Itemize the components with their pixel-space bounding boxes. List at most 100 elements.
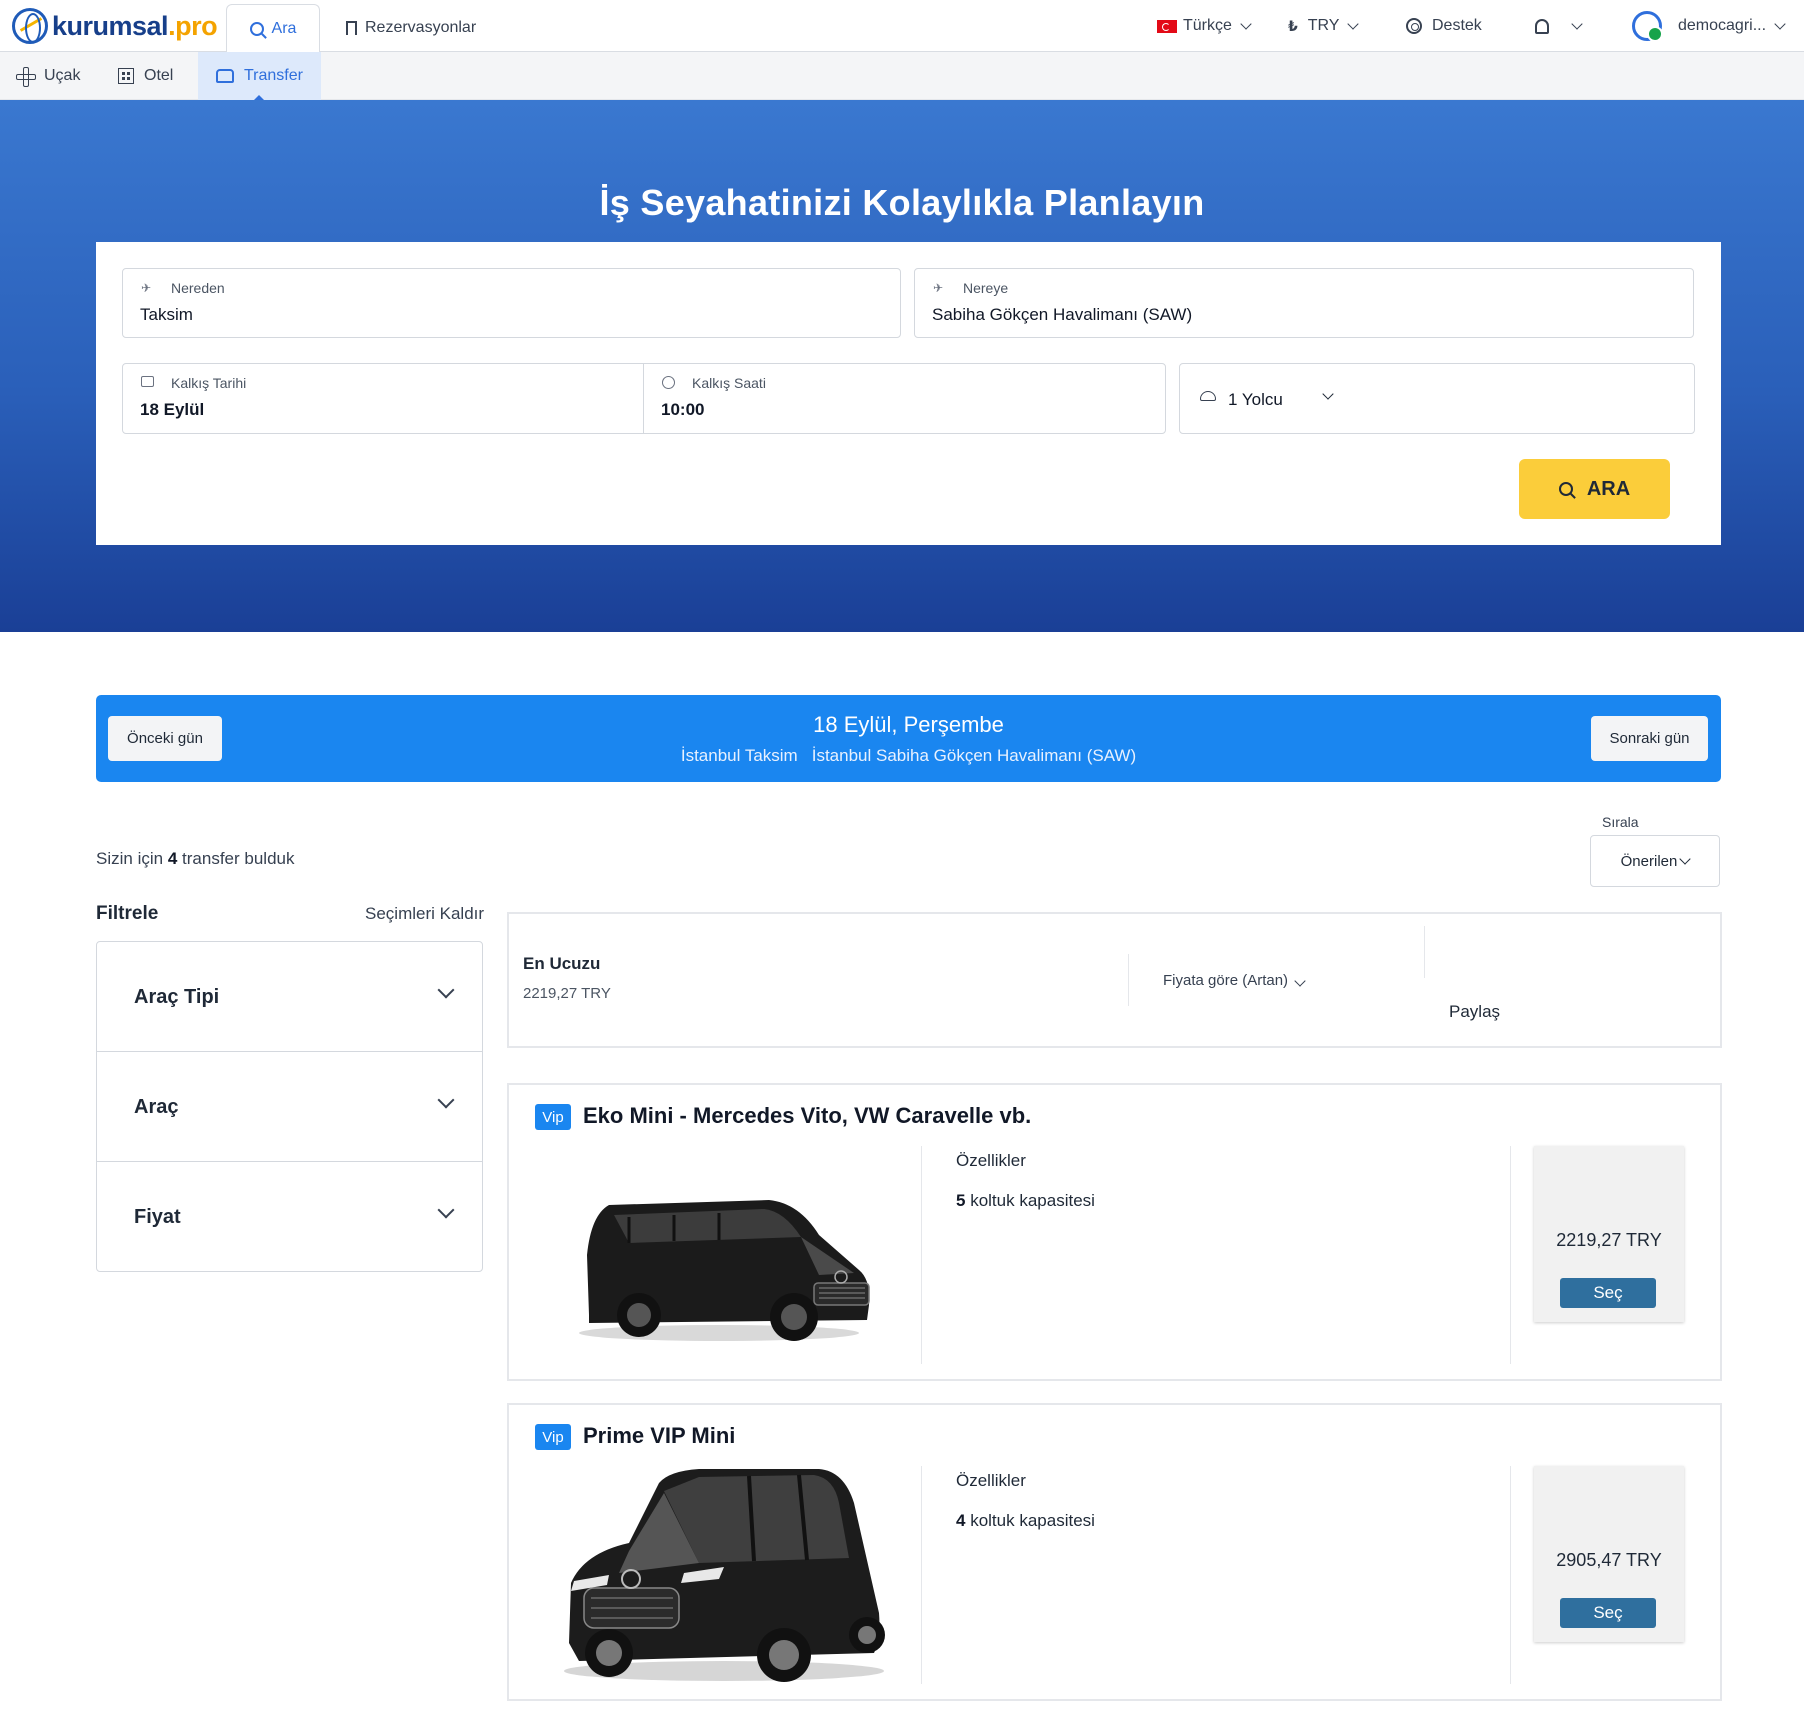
selected-date: 18 Eylül, Perşembe [813, 712, 1004, 737]
seat-capacity-text: koltuk kapasitesi [970, 1191, 1095, 1210]
subnav-item-label: Otel [144, 67, 174, 84]
sort-dropdown[interactable]: Önerilen [1590, 835, 1720, 887]
select-button[interactable]: Seç [1560, 1598, 1656, 1628]
van-image [564, 1469, 885, 1682]
chevron-down-icon [1347, 18, 1360, 30]
filter-group-price[interactable]: Fiyat [97, 1162, 482, 1272]
to-value: Sabiha Gökçen Havalimanı (SAW) [932, 305, 1193, 324]
subnav-item-hotel[interactable]: Otel [118, 52, 173, 100]
chevron-down-icon [1294, 975, 1306, 987]
price-value: 2219,27 TRY [1556, 1230, 1662, 1250]
user-menu[interactable]: democagri... [1632, 0, 1786, 52]
departure-date-field[interactable]: Kalkış Tarihi 18 Eylül [122, 363, 644, 434]
filter-panel: Araç Tipi Araç Fiyat [96, 941, 483, 1272]
results-count-text: Sizin için 4 transfer bulduk [96, 849, 294, 869]
price-sort-dropdown[interactable]: Fiyata göre (Artan) [1163, 972, 1306, 989]
vehicle-title: Eko Mini - Mercedes Vito, VW Caravelle v… [583, 1103, 1032, 1128]
subnav-item-label: Transfer [244, 67, 303, 84]
user-name: democagri... [1678, 17, 1767, 34]
passenger-selector[interactable]: 1 Yolcu [1179, 363, 1695, 434]
vip-badge: Vip [535, 1104, 571, 1130]
select-button[interactable]: Seç [1560, 1278, 1656, 1308]
route-to: İstanbul Sabiha Gökçen Havalimanı (SAW) [811, 746, 1137, 765]
from-value: Taksim [140, 305, 193, 324]
time-label: Kalkış Saati [692, 375, 766, 391]
filter-group-vehicle[interactable]: Araç [97, 1052, 482, 1162]
turkey-flag-icon [1157, 19, 1177, 33]
day-navigation-bar: Önceki gün 18 Eylül, Perşembe İstanbul T… [96, 695, 1721, 782]
departure-time-field[interactable]: Kalkış Saati 10:00 [643, 363, 1166, 434]
transfer-result-card: Vip Eko Mini - Mercedes Vito, VW Caravel… [507, 1083, 1722, 1381]
clear-filters-link[interactable]: Seçimleri Kaldır [365, 904, 484, 924]
tab-reservations[interactable]: Rezervasyonlar [346, 4, 476, 52]
transfer-result-card: Vip Prime VIP Mini Özellikler 4 koltuk k… [507, 1403, 1722, 1701]
lifebuoy-icon [1406, 18, 1422, 34]
filter-group-label: Araç Tipi [134, 986, 220, 1008]
sort-value: Önerilen [1620, 852, 1678, 870]
logo-text: kurumsal.pro [52, 10, 218, 41]
filter-title: Filtrele [96, 903, 159, 924]
price-box: 2905,47 TRY Seç [1534, 1466, 1684, 1642]
tab-search-label: Ara [271, 19, 297, 37]
tab-search[interactable]: Ara [226, 4, 320, 53]
subnav-item-transfer[interactable]: Transfer [198, 52, 321, 100]
price-value: 2905,47 TRY [1556, 1550, 1662, 1570]
search-button[interactable]: ARA [1519, 459, 1670, 519]
subnav-item-label: Uçak [44, 67, 81, 84]
product-subnav: Uçak Otel Transfer [0, 52, 1804, 100]
price-box: 2219,27 TRY Seç [1534, 1146, 1684, 1322]
sort-label: Sırala [1602, 814, 1639, 830]
chevron-down-icon [1679, 853, 1692, 865]
to-field[interactable]: ✈ Nereye Sabiha Gökçen Havalimanı (SAW) [914, 268, 1694, 338]
currency-label: TRY [1307, 17, 1340, 34]
chevron-down-icon [1240, 18, 1252, 30]
lira-icon: ₺ [1288, 17, 1298, 34]
vip-badge: Vip [535, 1424, 571, 1450]
support-link[interactable]: Destek [1406, 0, 1482, 52]
divider [921, 1466, 922, 1684]
filter-group-label: Araç [134, 1096, 179, 1118]
chevron-down-icon [1571, 18, 1583, 30]
divider [1510, 1146, 1511, 1364]
filter-group-vehicle-type[interactable]: Araç Tipi [97, 942, 482, 1052]
seat-capacity-text: koltuk kapasitesi [970, 1511, 1095, 1530]
found-suffix: transfer bulduk [182, 849, 295, 868]
price-sort-label: Fiyata göre (Artan) [1163, 972, 1289, 989]
chevron-down-icon [437, 1091, 455, 1109]
features-label: Özellikler [956, 1471, 1026, 1490]
car-icon [216, 69, 234, 83]
bell-icon [1535, 18, 1549, 34]
van-image [579, 1200, 870, 1341]
support-label: Destek [1432, 17, 1482, 34]
subnav-item-flight[interactable]: Uçak [16, 52, 80, 100]
vehicle-title: Prime VIP Mini [583, 1423, 736, 1448]
passenger-value: 1 Yolcu [1228, 390, 1283, 409]
hero-title: İş Seyahatinizi Kolaylıkla Planlayın [599, 182, 1205, 223]
notifications-button[interactable] [1535, 0, 1583, 52]
calendar-icon [141, 376, 155, 388]
chevron-down-icon [1322, 388, 1334, 400]
chevron-down-icon [1774, 18, 1786, 30]
tab-reservations-label: Rezervasyonlar [365, 19, 477, 36]
share-button[interactable]: Paylaş [1449, 1002, 1500, 1022]
seat-count: 5 [956, 1191, 966, 1210]
filter-group-label: Fiyat [134, 1206, 181, 1228]
date-label: Kalkış Tarihi [171, 375, 247, 391]
from-field[interactable]: ✈ Nereden Taksim [122, 268, 901, 338]
departure-icon: ✈ [141, 281, 152, 295]
seat-capacity: 5 koltuk kapasitesi [956, 1191, 1095, 1211]
divider [1128, 954, 1129, 1006]
language-selector[interactable]: Türkçe [1157, 0, 1252, 52]
logo[interactable]: kurumsal.pro [12, 8, 218, 44]
next-day-button[interactable]: Sonraki gün [1591, 716, 1708, 761]
currency-selector[interactable]: ₺ TRY [1288, 0, 1360, 52]
avatar [1632, 11, 1663, 42]
features-label: Özellikler [956, 1151, 1026, 1170]
top-bar: kurumsal.pro Ara Rezervasyonlar Türkçe ₺… [0, 0, 1804, 53]
arrival-icon: ✈ [933, 281, 944, 295]
search-button-label: ARA [1586, 477, 1631, 500]
divider [1424, 926, 1425, 978]
search-form: ✈ Nereden Taksim ✈ Nereye Sabiha Gökçen … [96, 242, 1721, 545]
search-icon [249, 21, 264, 36]
hotel-icon [118, 68, 134, 84]
